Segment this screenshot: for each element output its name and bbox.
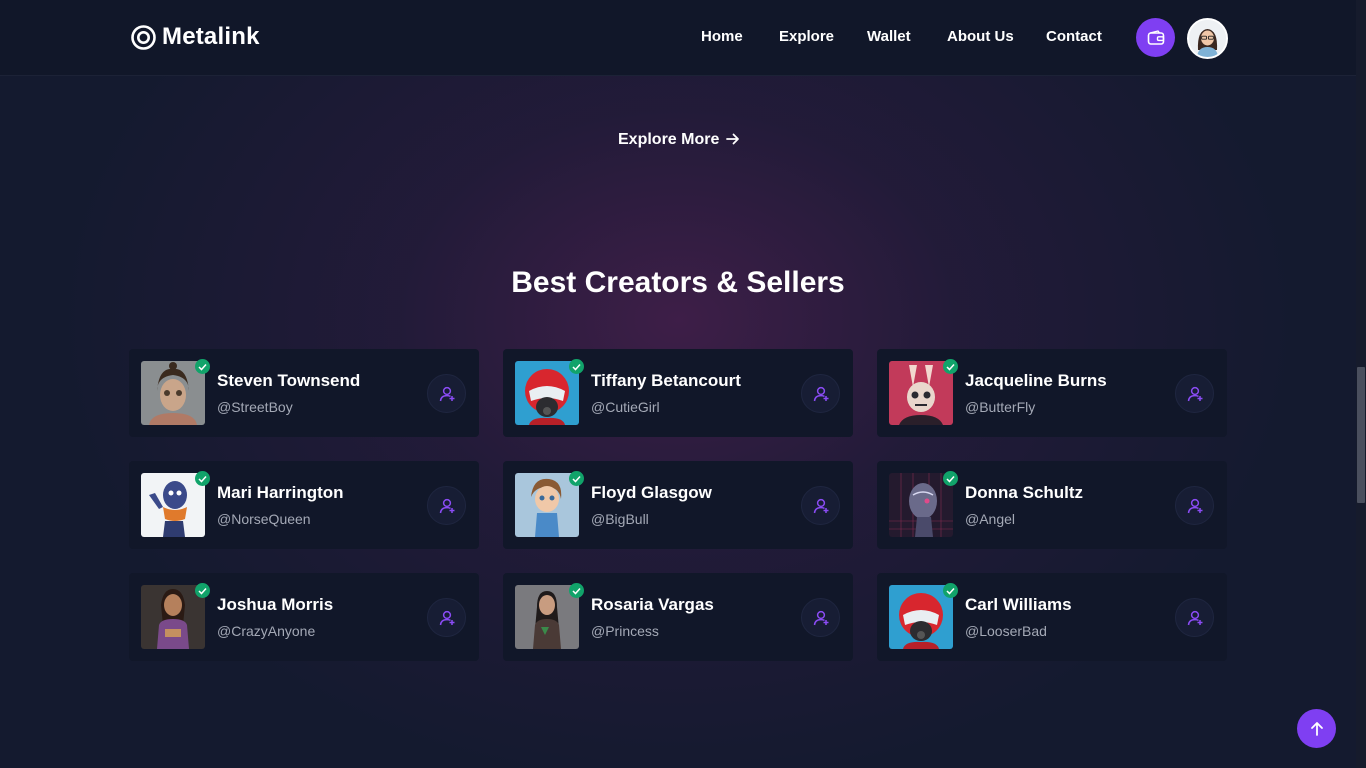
verified-check-icon <box>195 583 210 598</box>
nav-explore[interactable]: Explore <box>779 28 834 45</box>
target-ring-icon <box>131 24 156 50</box>
follow-button[interactable] <box>1175 486 1214 525</box>
user-add-icon <box>1187 386 1202 401</box>
explore-more-label: Explore More <box>618 131 720 148</box>
creator-card[interactable]: Tiffany Betancourt @CutieGirl <box>503 349 853 437</box>
creator-handle: @LooserBad <box>965 623 1047 639</box>
user-add-icon <box>813 498 828 513</box>
brand-logo[interactable]: Metalink <box>131 23 260 51</box>
creator-card[interactable]: Rosaria Vargas @Princess <box>503 573 853 661</box>
creator-card[interactable]: Mari Harrington @NorseQueen <box>129 461 479 549</box>
creator-name: Donna Schultz <box>965 483 1084 502</box>
creator-name: Tiffany Betancourt <box>591 371 741 390</box>
creator-card[interactable]: Jacqueline Burns @ButterFly <box>877 349 1227 437</box>
verified-check-icon <box>569 359 584 374</box>
creator-handle: @BigBull <box>591 511 649 527</box>
verified-check-icon <box>195 359 210 374</box>
brand-name: Metalink <box>162 23 260 50</box>
creator-name: Carl Williams <box>965 595 1072 614</box>
follow-button[interactable] <box>427 598 466 637</box>
follow-button[interactable] <box>801 598 840 637</box>
verified-check-icon <box>195 471 210 486</box>
user-add-icon <box>439 498 454 513</box>
verified-check-icon <box>569 583 584 598</box>
explore-more-link[interactable]: Explore More <box>618 131 740 149</box>
follow-button[interactable] <box>801 486 840 525</box>
page-scrollbar-thumb[interactable] <box>1357 367 1365 503</box>
section-title: Best Creators & Sellers <box>511 266 845 299</box>
user-add-icon <box>1187 610 1202 625</box>
avatar-portrait <box>1189 20 1226 57</box>
user-add-icon <box>813 386 828 401</box>
nav-about-us[interactable]: About Us <box>947 28 1014 45</box>
verified-check-icon <box>569 471 584 486</box>
creator-name: Floyd Glasgow <box>591 483 712 502</box>
creator-name: Steven Townsend <box>217 371 361 390</box>
follow-button[interactable] <box>1175 374 1214 413</box>
user-avatar[interactable] <box>1187 18 1228 59</box>
wallet-button[interactable] <box>1136 18 1175 57</box>
user-add-icon <box>1187 498 1202 513</box>
creator-name: Mari Harrington <box>217 483 344 502</box>
user-add-icon <box>813 610 828 625</box>
scroll-to-top-button[interactable] <box>1297 709 1336 748</box>
creator-handle: @Princess <box>591 623 659 639</box>
site-header: Metalink Home Explore Wallet About Us Co… <box>0 0 1356 76</box>
creator-handle: @ButterFly <box>965 399 1036 415</box>
arrow-up-icon <box>1310 721 1323 736</box>
creator-card[interactable]: Carl Williams @LooserBad <box>877 573 1227 661</box>
creator-handle: @CutieGirl <box>591 399 660 415</box>
creator-card[interactable]: Steven Townsend @StreetBoy <box>129 349 479 437</box>
follow-button[interactable] <box>427 374 466 413</box>
arrow-right-icon <box>725 133 739 145</box>
follow-button[interactable] <box>801 374 840 413</box>
creator-card[interactable]: Joshua Morris @CrazyAnyone <box>129 573 479 661</box>
creator-handle: @NorseQueen <box>217 511 311 527</box>
creator-handle: @StreetBoy <box>217 399 293 415</box>
wallet-icon <box>1147 29 1164 45</box>
creator-name: Rosaria Vargas <box>591 595 714 614</box>
creator-handle: @Angel <box>965 511 1016 527</box>
nav-home[interactable]: Home <box>701 28 743 45</box>
creator-name: Jacqueline Burns <box>965 371 1107 390</box>
follow-button[interactable] <box>1175 598 1214 637</box>
verified-check-icon <box>943 471 958 486</box>
creator-card[interactable]: Floyd Glasgow @BigBull <box>503 461 853 549</box>
creator-handle: @CrazyAnyone <box>217 623 316 639</box>
creator-name: Joshua Morris <box>217 595 334 614</box>
nav-contact[interactable]: Contact <box>1046 28 1102 45</box>
verified-check-icon <box>943 359 958 374</box>
follow-button[interactable] <box>427 486 466 525</box>
creator-card[interactable]: Donna Schultz @Angel <box>877 461 1227 549</box>
verified-check-icon <box>943 583 958 598</box>
nav-wallet[interactable]: Wallet <box>867 28 911 45</box>
user-add-icon <box>439 610 454 625</box>
user-add-icon <box>439 386 454 401</box>
